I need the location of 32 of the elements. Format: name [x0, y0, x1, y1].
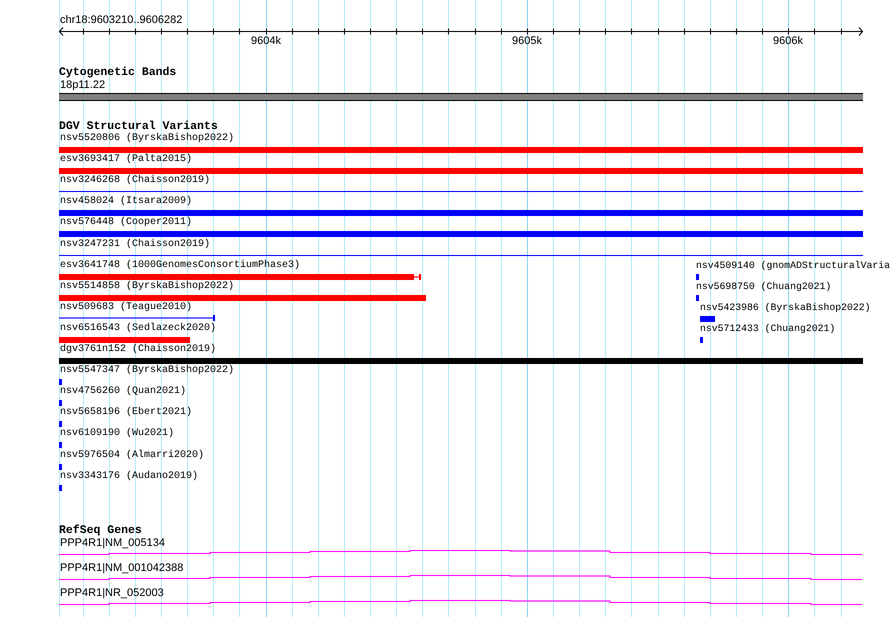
- variant-label: nsv6109190 (Wu2021): [60, 429, 174, 439]
- variant-label: nsv5520806 (ByrskaBishop2022): [60, 134, 234, 144]
- variant-label: nsv5698750 (Chuang2021): [696, 282, 832, 292]
- variant-label: nsv3247231 (Chaisson2019): [60, 240, 210, 250]
- variant-label: nsv6516543 (Sedlazeck2020): [60, 324, 216, 334]
- gene-label: PPP4R1|NM_001042388: [60, 563, 184, 574]
- variant-label: nsv5423986 (ByrskaBishop2022): [700, 303, 870, 313]
- gene-label: PPP4R1|NM_005134: [60, 538, 165, 549]
- location-label: chr18:9603210..9606282: [60, 15, 182, 26]
- gene-label: PPP4R1|NR_052003: [60, 588, 164, 599]
- variant-label: esv3693417 (Palta2015): [60, 155, 192, 165]
- track-title: RefSeq Genes: [59, 525, 142, 536]
- variant-label: nsv3246268 (Chaisson2019): [60, 176, 210, 186]
- track-title: Cytogenetic Bands: [59, 67, 176, 78]
- variant-label: nsv458024 (Itsara2009): [60, 197, 192, 207]
- tick-label: 9606k: [773, 36, 803, 47]
- variant-label: nsv5658196 (Ebert2021): [60, 408, 192, 418]
- tick-label: 9604k: [251, 36, 281, 47]
- variant-label: nsv4756260 (Quan2021): [60, 387, 186, 397]
- tick-label: 9605k: [512, 36, 542, 47]
- variant-label: nsv509683 (Teague2010): [60, 303, 192, 313]
- variant-label: nsv5514858 (ByrskaBishop2022): [60, 282, 234, 292]
- band-label: 18p11.22: [60, 80, 106, 91]
- variant-label: esv3641748 (1000GenomesConsortiumPhase3): [60, 261, 300, 271]
- variant-label: nsv5547347 (ByrskaBishop2022): [60, 366, 234, 376]
- variant-label: nsv5976504 (Almarri2020): [60, 451, 204, 461]
- variant-label: dgv3761n152 (Chaisson2019): [60, 345, 216, 355]
- variant-label: nsv3343176 (Audano2019): [60, 472, 198, 482]
- track-title: DGV Structural Variants: [59, 121, 218, 132]
- variant-label: nsv576448 (Cooper2011): [60, 218, 192, 228]
- variant-label: nsv5712433 (Chuang2021): [700, 324, 836, 334]
- variant-label: nsv4509140 (gnomADStructuralVaria: [696, 261, 890, 271]
